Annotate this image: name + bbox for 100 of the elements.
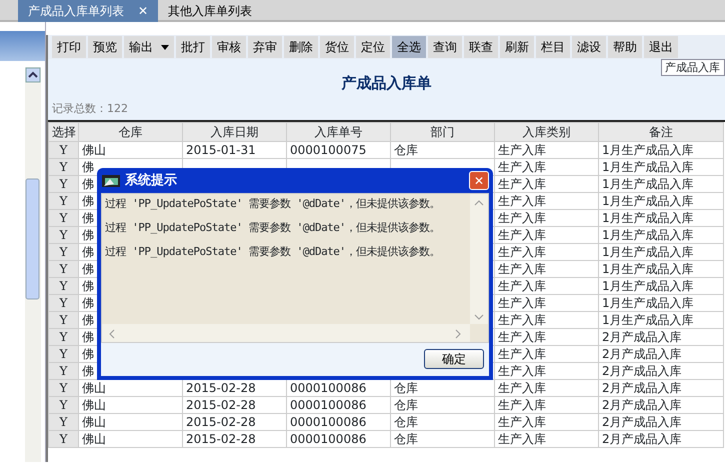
table-cell: 2015-02-28 (186, 432, 256, 446)
toolbar-button[interactable]: 打印 (52, 36, 86, 58)
table-cell: Y (60, 432, 68, 446)
scrollbar[interactable] (102, 324, 470, 342)
table-cell: Y (60, 177, 68, 191)
table-cell: 生产入库 (498, 194, 546, 208)
table-cell: 佛 (82, 211, 94, 225)
toolbar-button[interactable]: 删除 (284, 36, 318, 58)
column-header[interactable]: 入库类别 (494, 122, 598, 142)
table-cell: 2月产成品入库 (602, 432, 682, 446)
table-cell: 生产入库 (498, 143, 546, 157)
table-cell: Y (60, 398, 68, 412)
search-field[interactable]: 产成品入库 (661, 59, 725, 76)
table-cell: 2015-02-28 (186, 415, 256, 429)
table-cell: 1月生产成品入库 (602, 262, 694, 276)
table-cell: 佛 (82, 364, 94, 378)
table-cell: 佛 (82, 330, 94, 344)
table-cell: 生产入库 (498, 279, 546, 293)
toolbar-button[interactable]: 栏目 (536, 36, 570, 58)
column-header[interactable]: 选择 (48, 122, 78, 142)
table-cell: 2月产成品入库 (602, 381, 682, 395)
toolbar-button[interactable]: 预览 (88, 36, 122, 58)
report-title: 产成品入库单 (340, 73, 432, 94)
table-cell: 佛山 (82, 398, 106, 412)
tab[interactable]: 产成品入库单列表 ✕ (18, 0, 158, 22)
table-cell: 0000100086 (290, 381, 366, 395)
table-cell: 生产入库 (498, 211, 546, 225)
table-cell: Y (60, 245, 68, 259)
toolbar-button[interactable]: 批打 (176, 36, 210, 58)
table-cell: 生产入库 (498, 296, 546, 310)
table-cell: 佛 (82, 194, 94, 208)
toolbar-button[interactable]: 弃审 (248, 36, 282, 58)
toolbar-button[interactable]: 审核 (212, 36, 246, 58)
table-cell: 生产入库 (498, 228, 546, 242)
toolbar-button[interactable]: 全选 (392, 36, 426, 58)
column-header[interactable]: 备注 (598, 122, 724, 142)
table-cell: 生产入库 (498, 347, 546, 361)
scrollbar[interactable] (25, 67, 41, 462)
toolbar-button[interactable]: 刷新 (500, 36, 534, 58)
table-cell: Y (60, 160, 68, 174)
table-cell: 仓库 (394, 398, 418, 412)
table-cell: 生产入库 (498, 160, 546, 174)
table-cell: 2015-01-31 (186, 143, 256, 157)
ok-button[interactable]: 确定 (424, 349, 484, 369)
record-count: 记录总数：122 (51, 100, 129, 116)
toolbar-button[interactable]: 货位 (320, 36, 354, 58)
column-header[interactable]: 仓库 (78, 122, 182, 142)
table-cell: 生产入库 (498, 262, 546, 276)
close-icon[interactable]: ✕ (138, 2, 148, 20)
table-cell: 佛山 (82, 381, 106, 395)
table-cell: 佛 (82, 177, 94, 191)
toolbar-button[interactable]: 联查 (464, 36, 498, 58)
table-cell: 佛 (82, 296, 94, 310)
column-header[interactable]: 部门 (390, 122, 494, 142)
table-cell: Y (60, 381, 68, 395)
table-cell: Y (60, 364, 68, 378)
error-message: 过程 'PP_UpdatePoState' 需要参数 '@dDate'，但未提供该参数。 (105, 196, 442, 212)
table-cell: 生产入库 (498, 381, 546, 395)
toolbar-button[interactable]: 帮助 (608, 36, 642, 58)
table-cell: Y (60, 313, 68, 327)
scrollbar[interactable] (470, 194, 488, 324)
table-cell: Y (60, 143, 68, 157)
table-cell: Y (60, 330, 68, 344)
table-cell: 生产入库 (498, 364, 546, 378)
table-cell: 仓库 (394, 143, 418, 157)
table-cell: 佛山 (82, 415, 106, 429)
column-header[interactable]: 入库单号 (286, 122, 390, 142)
table-cell: Y (60, 228, 68, 242)
table-cell: 2月产成品入库 (602, 398, 682, 412)
table-cell: 2月产成品入库 (602, 347, 682, 361)
tab[interactable]: 其他入库单列表 (158, 0, 262, 22)
toolbar-button[interactable]: 查询 (428, 36, 462, 58)
table-cell: 佛 (82, 245, 94, 259)
table-cell: 2月产成品入库 (602, 364, 682, 378)
table-cell: 佛 (82, 228, 94, 242)
toolbar-button[interactable]: 定位 (356, 36, 390, 58)
table-cell: 2015-02-28 (186, 381, 256, 395)
close-button[interactable]: ✕ (469, 171, 489, 190)
table-cell: 佛 (82, 313, 94, 327)
table-cell: 佛山 (82, 143, 106, 157)
table-cell: 1月生产成品入库 (602, 177, 694, 191)
table-cell: 1月生产成品入库 (602, 143, 694, 157)
table-cell: 1月生产成品入库 (602, 160, 694, 174)
table-cell: 1月生产成品入库 (602, 279, 694, 293)
error-message: 过程 'PP_UpdatePoState' 需要参数 '@dDate'，但未提供该参数。 (105, 244, 442, 260)
toolbar-button[interactable]: 输出 (124, 36, 174, 58)
table-cell: 1月生产成品入库 (602, 194, 694, 208)
table-cell: 仓库 (394, 381, 418, 395)
table-cell: 生产入库 (498, 398, 546, 412)
table-cell: 1月生产成品入库 (602, 296, 694, 310)
toolbar-button[interactable]: 滤设 (572, 36, 606, 58)
app-icon (101, 172, 121, 188)
table-cell: Y (60, 262, 68, 276)
table-cell: 1月生产成品入库 (602, 211, 694, 225)
table-cell: 生产入库 (498, 432, 546, 446)
table-cell: 0000100086 (290, 398, 366, 412)
table-cell: 0000100086 (290, 432, 366, 446)
column-header[interactable]: 入库日期 (182, 122, 286, 142)
toolbar-button[interactable]: 退出 (644, 36, 678, 58)
table-cell: 佛 (82, 262, 94, 276)
